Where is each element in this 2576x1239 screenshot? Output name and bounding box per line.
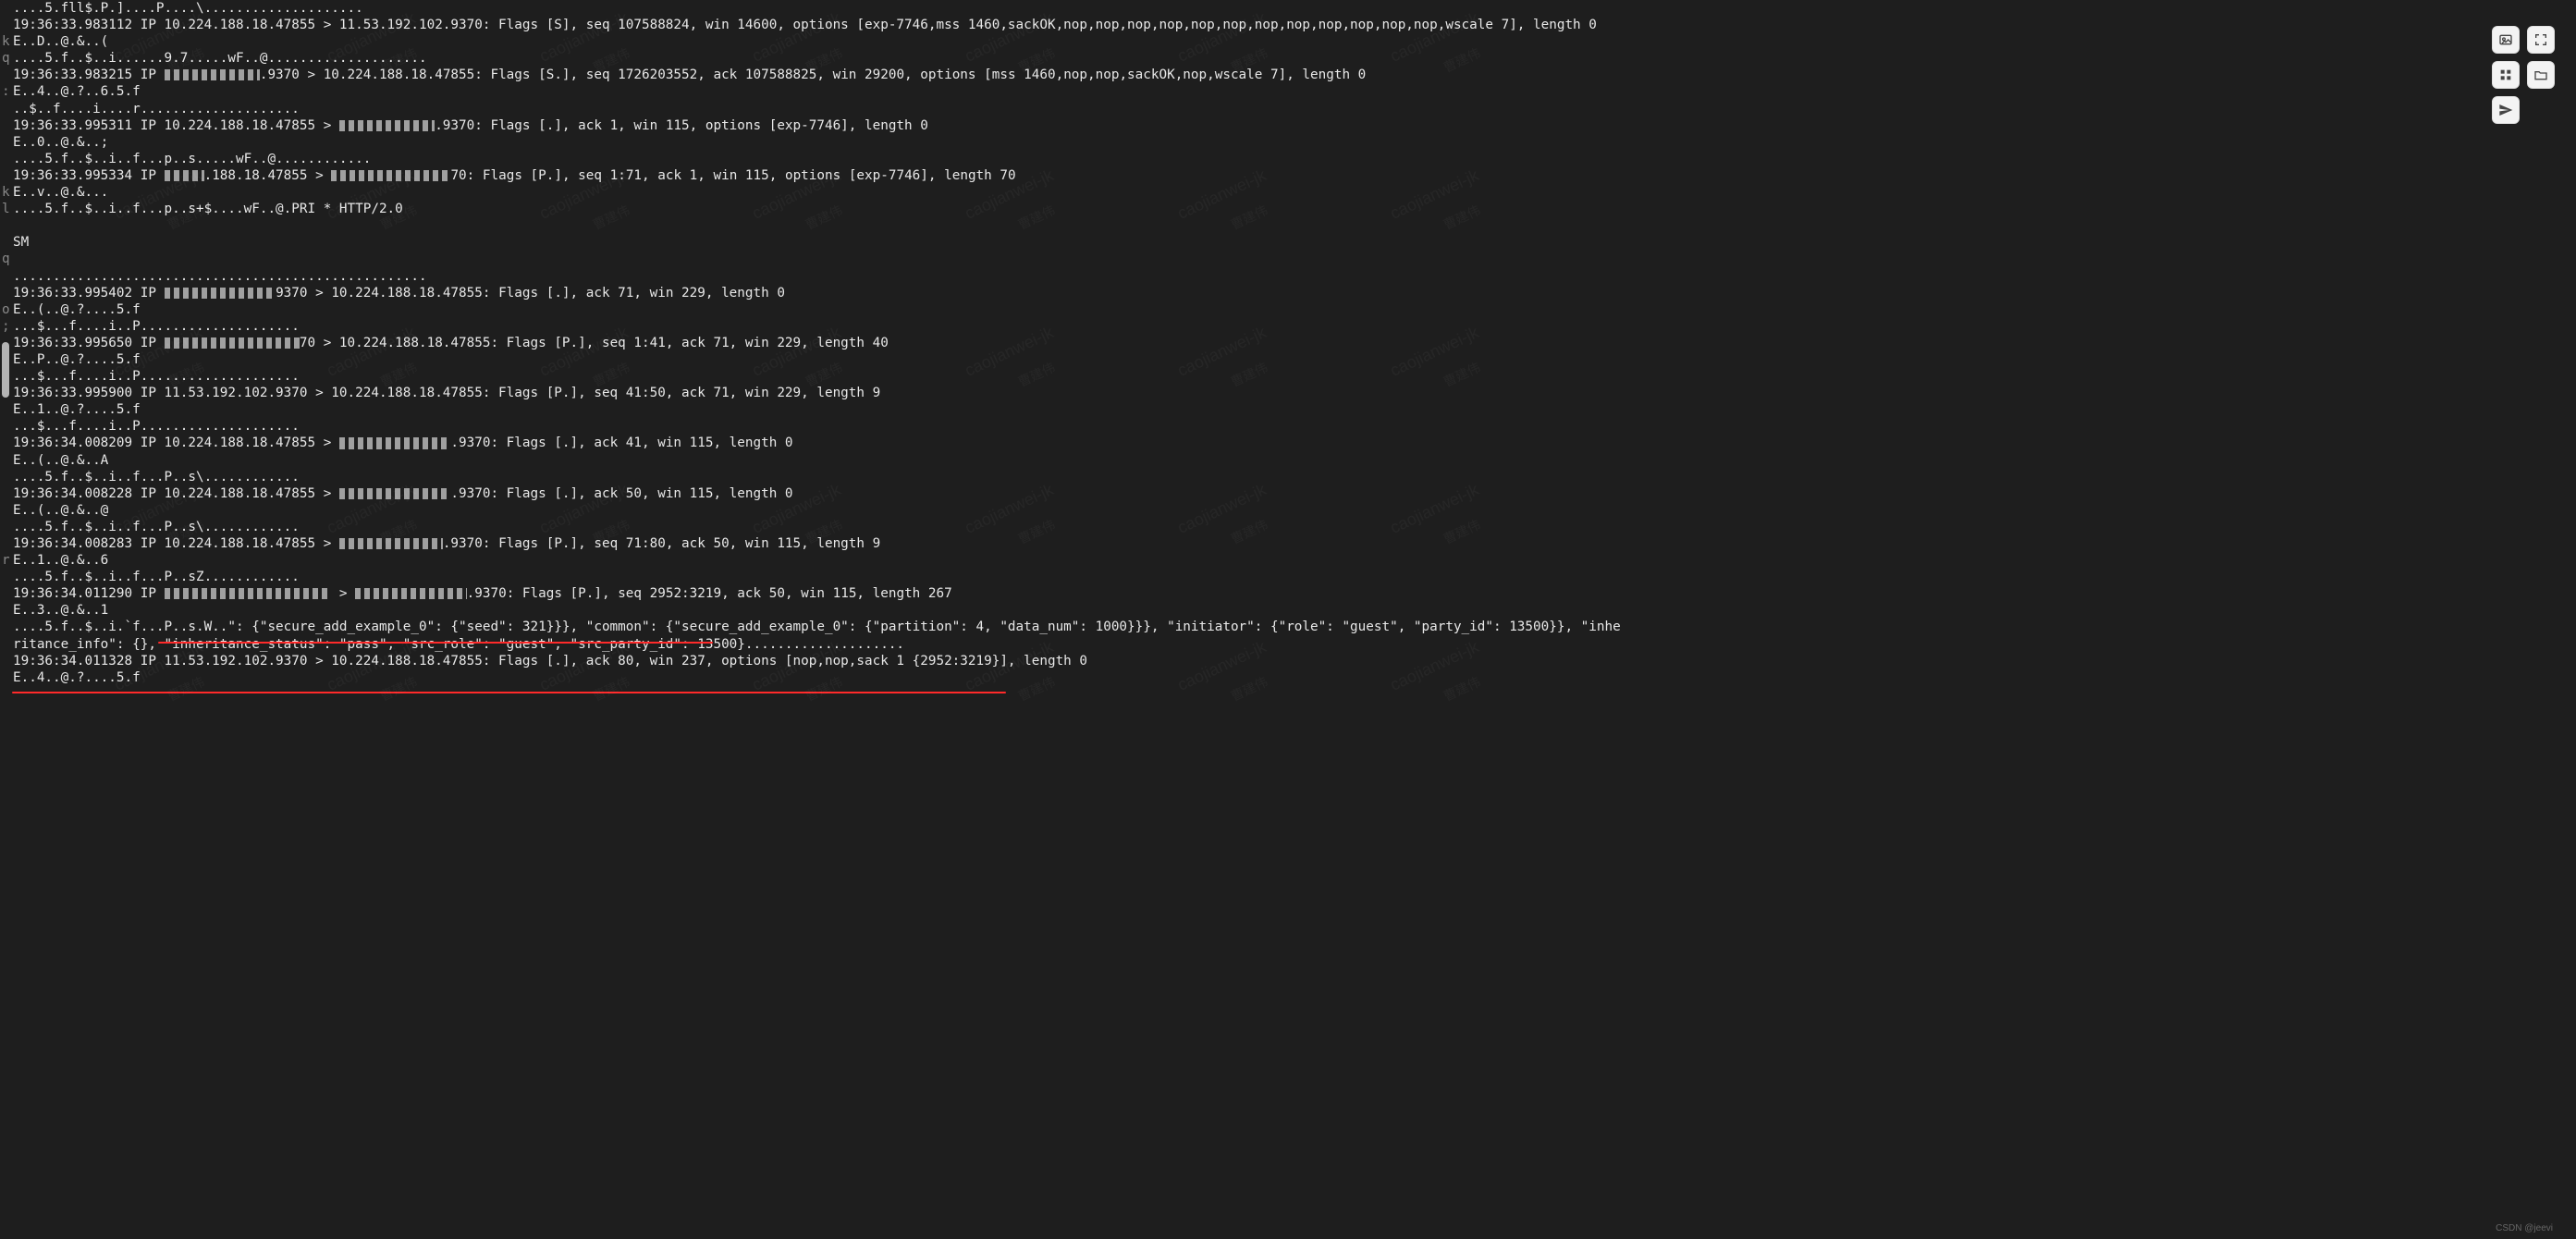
terminal-line: E..1..@.?....5.f bbox=[2, 401, 2574, 418]
terminal-line: rE..1..@.&..6 bbox=[2, 552, 2574, 569]
terminal-line: ritance_info": {}, "inheritance_status":… bbox=[2, 636, 2574, 653]
terminal-line: ....5.f..$..i..f...P..s\............ bbox=[2, 469, 2574, 485]
terminal-line: 19:36:34.008228 IP 10.224.188.18.47855 >… bbox=[2, 485, 2574, 502]
footer-watermark: CSDN @jeevi bbox=[2496, 1223, 2553, 1233]
terminal-line: E..(..@.&..A bbox=[2, 452, 2574, 469]
terminal-line: ;...$...f....i..P.................... bbox=[2, 318, 2574, 335]
terminal-line: :E..4..@.?..6.5.f bbox=[2, 83, 2574, 100]
obscured-ip: . . . . .102 bbox=[355, 585, 467, 602]
terminal-line: ...$...f....i..P.................... bbox=[2, 418, 2574, 435]
send-button[interactable] bbox=[2492, 96, 2520, 124]
highlight-annotation-1 bbox=[158, 642, 713, 644]
terminal-line: 19:36:33.983112 IP 10.224.188.18.47855 >… bbox=[2, 17, 2574, 33]
terminal-line: E..(..@.&..@ bbox=[2, 502, 2574, 519]
terminal-line: 19:36:33.995311 IP 10.224.188.18.47855 >… bbox=[2, 117, 2574, 134]
terminal-line: ...$...f....i..P.................... bbox=[2, 368, 2574, 385]
terminal-line: E..0..@.&..; bbox=[2, 134, 2574, 151]
terminal-line: ....5.f..$..i..f...P..s\............ bbox=[2, 519, 2574, 535]
terminal-line: 19:36:33.995900 IP 11.53.192.102.9370 > … bbox=[2, 385, 2574, 401]
terminal-line: E..3..@.&..1 bbox=[2, 602, 2574, 619]
terminal-line: ....5.f..$..i..f...P..sZ............ bbox=[2, 569, 2574, 585]
terminal-line: kE..D..@.&..( bbox=[2, 33, 2574, 50]
obscured-ip: . . . . . 17855 bbox=[165, 585, 332, 602]
highlight-annotation-2 bbox=[12, 692, 1006, 693]
terminal-line: 19:36:33.995402 IP . . . 9370 > 10.224.1… bbox=[2, 285, 2574, 301]
terminal-line: 19:36:34.011290 IP . . . . . 17855 > . .… bbox=[2, 585, 2574, 602]
terminal-line: q....5.f..$..i......9.7.....wF..@.......… bbox=[2, 50, 2574, 67]
obscured-ip: . . . bbox=[165, 285, 276, 301]
obscured-ip: .... . .102 bbox=[339, 535, 443, 552]
grid-button[interactable] bbox=[2492, 61, 2520, 89]
terminal-line: E..4..@.?....5.f bbox=[2, 669, 2574, 686]
terminal-line: ....5.f..$..i..f...p..s.....wF..@.......… bbox=[2, 151, 2574, 167]
terminal-line: SM bbox=[2, 234, 2574, 251]
terminal-line: q bbox=[2, 251, 2574, 267]
obscured-ip: .. . .. .102 bbox=[339, 485, 451, 502]
terminal-line: 19:36:34.011328 IP 11.53.192.102.9370 > … bbox=[2, 653, 2574, 669]
terminal-line: l....5.f..$..i..f...p..s+$....wF..@.PRI … bbox=[2, 201, 2574, 217]
terminal-line: 19:36:34.008283 IP 10.224.188.18.47855 >… bbox=[2, 535, 2574, 552]
terminal-line: 19:36:33.983215 IP . . .102.9370 > 10.22… bbox=[2, 67, 2574, 83]
obscured-ip: . . .. .102 bbox=[339, 435, 451, 451]
fullscreen-button[interactable] bbox=[2527, 26, 2555, 54]
terminal-line: ....5.f..$..i.`f...P..s.W..": {"secure_a… bbox=[2, 619, 2574, 635]
terminal-line: 19:36:33.995650 IP . . . . . 370 > 10.22… bbox=[2, 335, 2574, 351]
terminal-line: ........................................… bbox=[2, 268, 2574, 285]
terminal-line: oE..(..@.?....5.f bbox=[2, 301, 2574, 318]
terminal-line: E..P..@.?....5.f bbox=[2, 351, 2574, 368]
obscured-ip: .224 bbox=[165, 167, 204, 184]
obscured-ip: . . . . . 3 bbox=[165, 335, 300, 351]
terminal-line: kE..v..@.&... bbox=[2, 184, 2574, 201]
image-viewer-toolbar bbox=[2492, 26, 2555, 124]
picture-button[interactable] bbox=[2492, 26, 2520, 54]
folder-button[interactable] bbox=[2527, 61, 2555, 89]
obscured-ip: . . . . 3 bbox=[331, 167, 450, 184]
terminal-line bbox=[2, 217, 2574, 234]
terminal-line: ..$..f....i....r.................... bbox=[2, 101, 2574, 117]
obscured-ip: . . .102 bbox=[165, 67, 260, 83]
scrollbar[interactable] bbox=[2, 342, 9, 398]
terminal-line: ....5.fll$.P.]....P....\................… bbox=[2, 0, 2574, 17]
terminal-line: 19:36:33.995334 IP .224.188.18.47855 > .… bbox=[2, 167, 2574, 184]
terminal-output: ....5.fll$.P.]....P....\................… bbox=[0, 0, 2576, 1239]
obscured-ip: . . .102 bbox=[339, 117, 435, 134]
terminal-line: 19:36:34.008209 IP 10.224.188.18.47855 >… bbox=[2, 435, 2574, 451]
